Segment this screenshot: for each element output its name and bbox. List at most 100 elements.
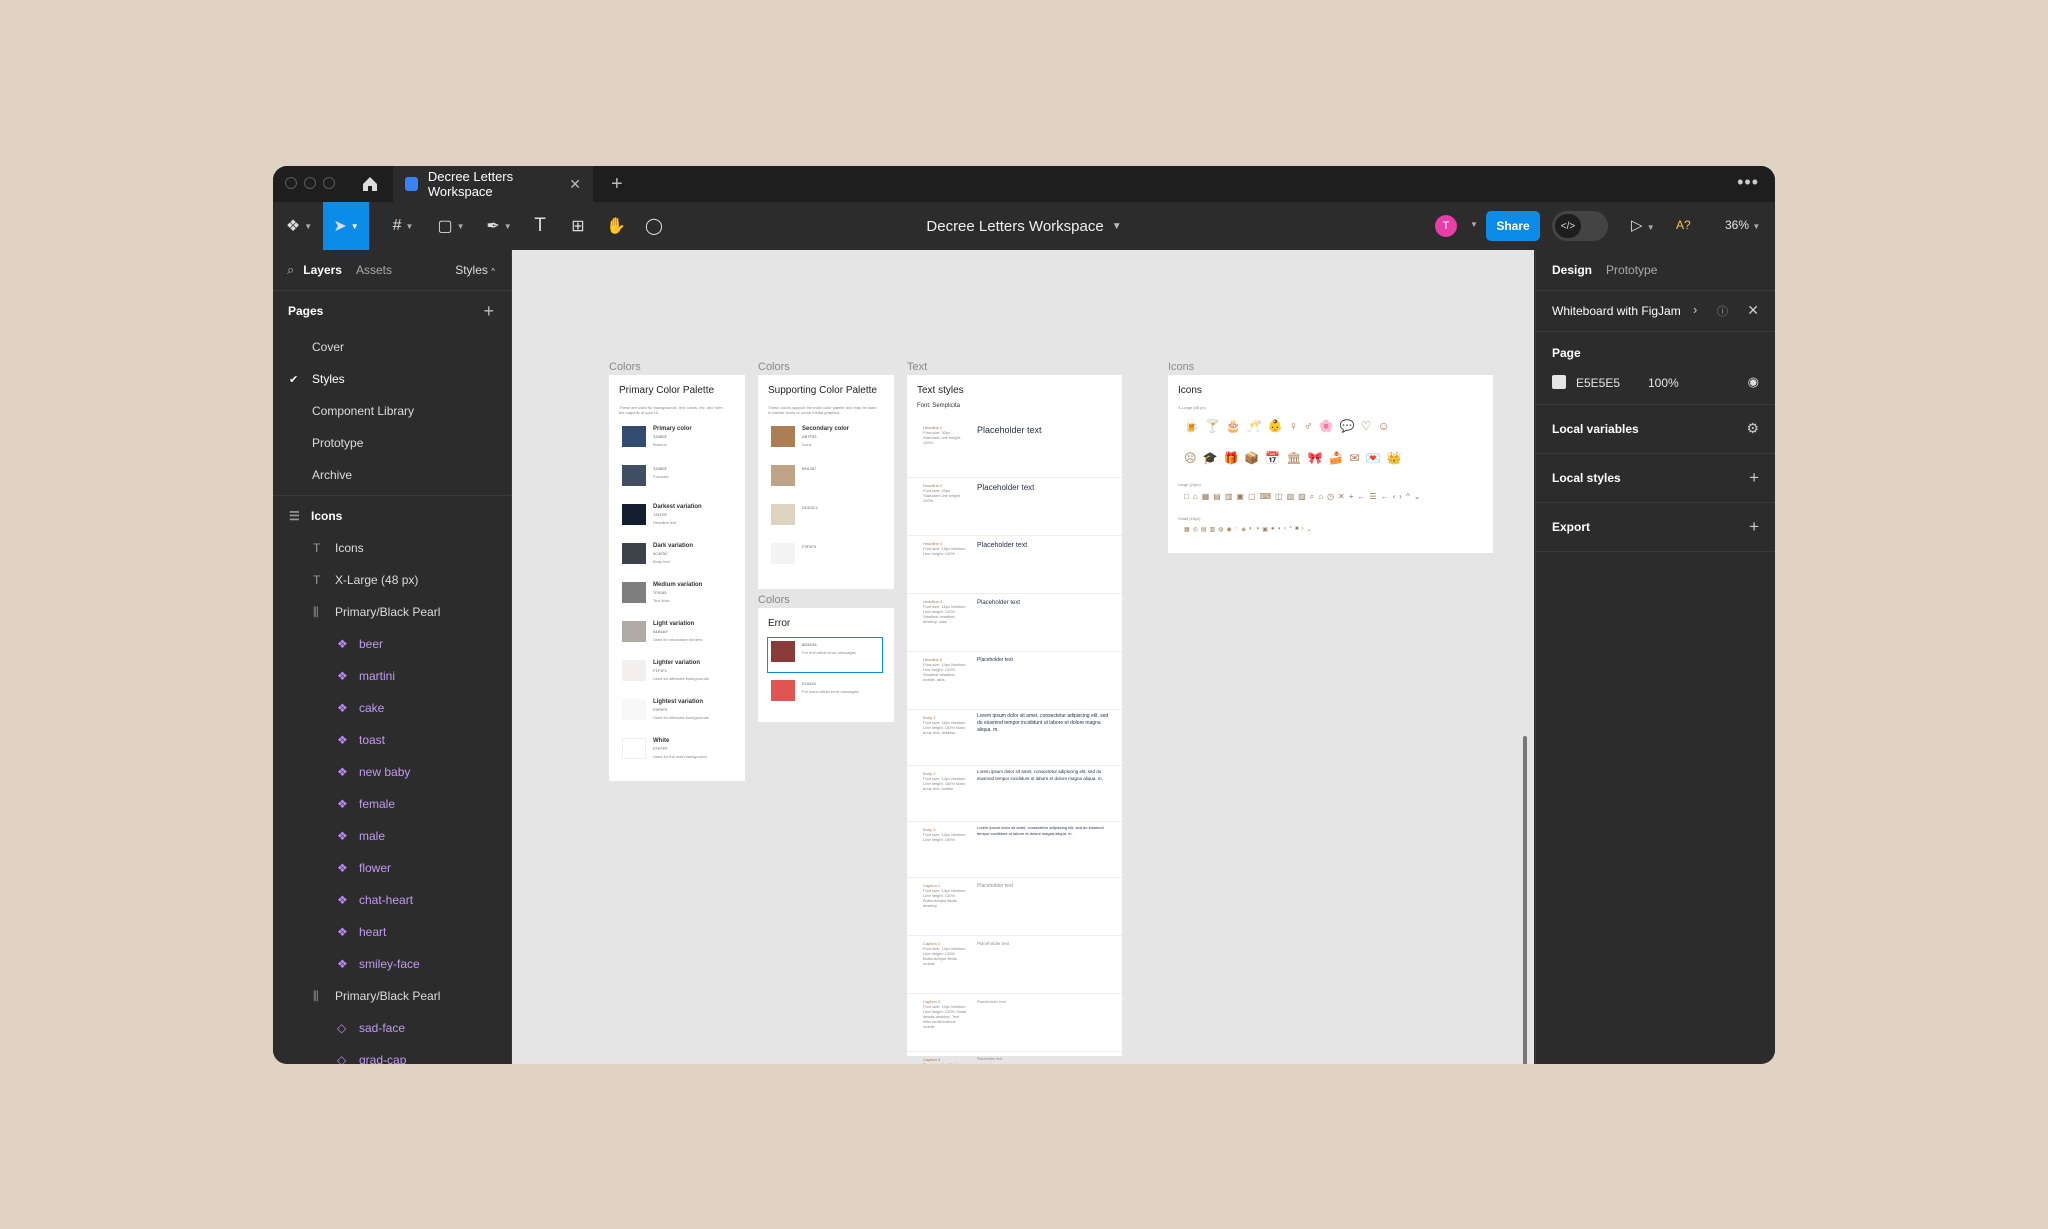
text-style-row[interactable]: Headline 1 Font size: 32px Standard Line … — [907, 419, 1122, 478]
icon-glyph[interactable]: 🌸 — [1319, 419, 1334, 433]
icon-glyph[interactable]: › — [1302, 526, 1304, 533]
maximize-window-button[interactable] — [323, 177, 335, 189]
layer-item[interactable]: ❖ female — [273, 788, 511, 820]
layer-item[interactable]: ❖ chat-heart — [273, 884, 511, 916]
icon-glyph[interactable]: ◈ — [1241, 526, 1246, 533]
text-style-row[interactable]: Headline 2 Font size: 24px Standard Line … — [907, 477, 1122, 536]
color-swatch[interactable] — [622, 621, 646, 642]
layer-item[interactable]: ◇ sad-face — [273, 1012, 511, 1044]
text-style-row[interactable]: Caption 3 Font size: 10px Medium Line hei… — [907, 993, 1122, 1052]
tab-prototype[interactable]: Prototype — [1606, 263, 1657, 277]
color-swatch[interactable] — [622, 543, 646, 564]
close-tab-icon[interactable]: ✕ — [569, 176, 581, 193]
chevron-down-icon[interactable]: ▼ — [1470, 220, 1478, 229]
icon-glyph[interactable]: ▤ — [1213, 492, 1221, 502]
icon-glyph[interactable]: 🍺 — [1184, 419, 1199, 433]
icon-glyph[interactable]: ◫ — [1275, 492, 1283, 502]
close-icon[interactable]: ✕ — [1747, 302, 1759, 319]
text-style-row[interactable]: Headline 5 Font size: 14px Medium Line he… — [907, 651, 1122, 710]
icon-glyph[interactable]: 💬 — [1340, 419, 1355, 433]
page-item[interactable]: Cover — [273, 331, 511, 363]
color-swatch[interactable] — [622, 582, 646, 603]
icon-glyph[interactable]: ▦ — [1184, 526, 1190, 533]
hand-tool-button[interactable]: ✋ — [599, 202, 633, 250]
color-swatch[interactable] — [771, 465, 795, 486]
icon-glyph[interactable]: ⌄ — [1414, 492, 1421, 502]
icon-glyph[interactable]: ▧ — [1287, 492, 1295, 502]
icon-glyph[interactable]: ⌨ — [1260, 492, 1272, 502]
search-icon[interactable]: ⌕ — [287, 262, 294, 278]
help-icon[interactable]: ⓘ — [1717, 303, 1728, 319]
icon-glyph[interactable]: ⌄ — [1307, 526, 1312, 533]
layer-item[interactable]: ❖ flower — [273, 852, 511, 884]
canvas[interactable]: Colors Colors Colors Text Icons Primary … — [512, 250, 1534, 1064]
color-swatch[interactable] — [771, 641, 795, 662]
icon-glyph[interactable]: 🎂 — [1226, 419, 1241, 433]
icon-glyph[interactable]: ☰ — [1369, 492, 1376, 502]
frame-label-text[interactable]: Text — [907, 361, 927, 373]
text-style-row[interactable]: Caption 4Font size: 8px Medium Line heig… — [907, 1051, 1122, 1064]
shape-tool-button[interactable]: ▢ ▼ — [431, 202, 471, 250]
text-style-row[interactable]: Body 1 Font size: 16px Medium Line height… — [907, 709, 1122, 766]
layer-item[interactable]: ❖ smiley-face — [273, 948, 511, 980]
icon-glyph[interactable]: 🍰 — [1329, 451, 1344, 465]
page-color-swatch[interactable] — [1552, 375, 1566, 389]
pen-tool-button[interactable]: ✒ ▼ — [479, 202, 519, 250]
color-swatch[interactable] — [622, 699, 646, 720]
icon-glyph[interactable]: ▣ — [1262, 526, 1268, 533]
page-item[interactable]: Prototype — [273, 427, 511, 459]
icon-glyph[interactable]: ◷ — [1327, 492, 1334, 502]
layer-item[interactable]: T X-Large (48 px) — [273, 564, 511, 596]
add-page-icon[interactable]: + — [483, 301, 494, 322]
icon-glyph[interactable]: ‹ — [1393, 492, 1396, 502]
variables-icon[interactable]: ⚙ — [1746, 420, 1759, 437]
icon-glyph[interactable]: ▣ — [1236, 492, 1244, 502]
frame-tool-button[interactable]: # ▼ — [383, 202, 423, 250]
page-opacity-value[interactable]: 100% — [1648, 376, 1679, 390]
color-swatch[interactable] — [622, 738, 646, 759]
chevron-right-icon[interactable]: › — [1693, 302, 1697, 317]
layer-item[interactable]: ❖ beer — [273, 628, 511, 660]
page-item[interactable]: Archive — [273, 459, 511, 491]
icon-glyph[interactable]: ▨ — [1298, 492, 1306, 502]
text-tool-button[interactable]: T — [523, 202, 557, 250]
icon-glyph[interactable]: 🎀 — [1308, 451, 1323, 465]
tab-assets[interactable]: Assets — [356, 263, 392, 277]
main-menu-button[interactable]: ❖ ▼ — [281, 202, 317, 250]
icon-glyph[interactable]: ▥ — [1225, 492, 1233, 502]
icon-glyph[interactable]: 🍸 — [1205, 419, 1220, 433]
icon-glyph[interactable]: ◎ — [1193, 526, 1198, 533]
share-button[interactable]: Share — [1486, 211, 1540, 241]
layer-item[interactable]: ⫼ Primary/Black Pearl — [273, 980, 511, 1012]
add-style-icon[interactable]: + — [1749, 468, 1759, 488]
chevron-down-icon[interactable]: ▼ — [1112, 221, 1122, 232]
layer-item[interactable]: ◇ grad-cap — [273, 1044, 511, 1064]
new-tab-button[interactable]: + — [611, 173, 623, 196]
icon-glyph[interactable]: ♡ — [1361, 419, 1372, 433]
icon-glyph[interactable]: ‹ — [1284, 526, 1286, 533]
icon-glyph[interactable]: 🎓 — [1203, 451, 1218, 465]
icon-glyph[interactable]: 🥂 — [1247, 419, 1262, 433]
icon-glyph[interactable]: ⌂ — [1318, 492, 1323, 502]
close-window-button[interactable] — [285, 177, 297, 189]
local-styles-row[interactable]: Local styles + — [1536, 454, 1775, 503]
layer-item[interactable]: ❖ male — [273, 820, 511, 852]
dev-mode-toggle[interactable]: </> — [1552, 211, 1608, 241]
file-tab[interactable]: Decree Letters Workspace ✕ — [393, 166, 593, 202]
icon-glyph[interactable]: › — [1399, 492, 1402, 502]
layer-item[interactable]: ❖ cake — [273, 692, 511, 724]
layer-item[interactable]: ❖ new baby — [273, 756, 511, 788]
resources-button[interactable]: ⊞ — [561, 202, 595, 250]
icon-glyph[interactable]: ⌕ — [1310, 492, 1314, 502]
text-style-row[interactable]: Headline 3 Font size: 18px Medium Line he… — [907, 535, 1122, 594]
styles-dropdown[interactable]: Styles ^ — [455, 263, 495, 277]
comment-tool-button[interactable]: ◯ — [637, 202, 671, 250]
layer-item[interactable]: ❖ martini — [273, 660, 511, 692]
icon-glyph[interactable]: + — [1349, 492, 1354, 502]
icon-glyph[interactable]: ▤ — [1201, 526, 1207, 533]
icon-glyph[interactable]: 👑 — [1386, 451, 1401, 465]
export-row[interactable]: Export + — [1536, 503, 1775, 552]
icon-glyph[interactable]: ◗ — [1278, 526, 1282, 533]
move-tool-button[interactable]: ➤ ▼ — [323, 202, 369, 250]
icon-glyph[interactable]: 💌 — [1366, 451, 1381, 465]
